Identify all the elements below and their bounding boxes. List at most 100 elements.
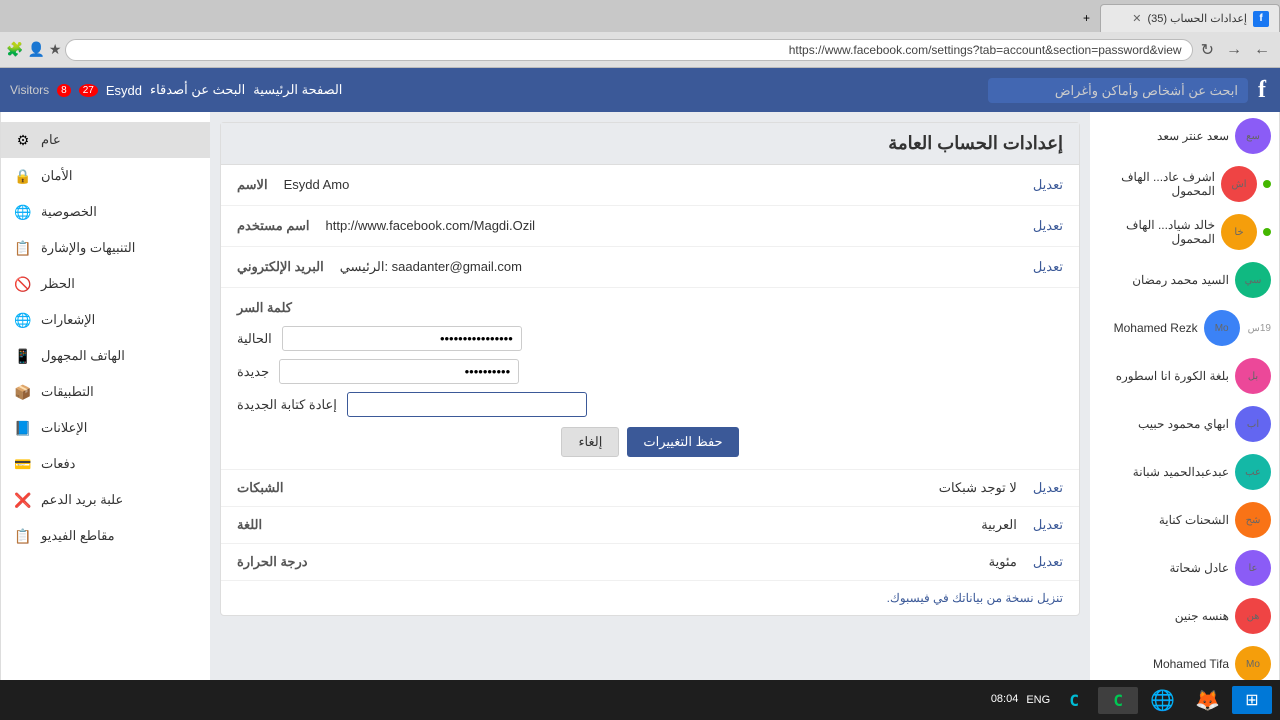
find-friends-link[interactable]: البحث عن أصدقاء [150,82,245,98]
nav-item-videos[interactable]: مقاطع الفيديو 📋 [1,518,210,554]
avatar: سي [1235,262,1271,298]
start-button[interactable]: ⊞ [1232,686,1272,714]
nav-item-security[interactable]: الأمان 🔒 [1,158,210,194]
language-edit-button[interactable]: تعديل [1033,517,1063,533]
chat-name: عبدعبدالحميد شبانة [1133,465,1229,479]
alerts-icon: 🌐 [13,310,33,330]
nav-label-payments: دفعات [41,456,75,472]
chat-info: عبدعبدالحميد شبانة [1098,465,1229,479]
extension-button[interactable]: 🧩 [6,41,23,58]
username-edit-button[interactable]: تعديل [1033,218,1063,234]
settings-header: إعدادات الحساب العامة [221,123,1079,165]
save-changes-button[interactable]: حفظ التغييرات [627,427,738,457]
chat-name: عادل شحاتة [1170,561,1229,575]
networks-edit-button[interactable]: تعديل [1033,480,1063,496]
address-bar[interactable] [65,39,1192,61]
chat-item[interactable]: سي السيد محمد رمضان [1090,256,1279,304]
networks-label: الشبكات [237,480,283,496]
taskbar-chrome[interactable]: 🌐 [1142,684,1183,717]
chat-name: اشرف عاد... الهاف المحمول [1098,170,1215,198]
chat-info: بلغة الكورة انا اسطوره [1098,369,1229,383]
nav-item-mobile[interactable]: الهاتف المجهول 📱 [1,338,210,374]
current-password-input[interactable] [282,326,522,351]
browser-actions: ★ 👤 🧩 [6,41,61,58]
chat-item[interactable]: عا عادل شحاتة [1090,544,1279,592]
close-tab-button[interactable]: ✕ [1132,12,1141,25]
retype-password-input[interactable] [347,392,587,417]
nav-item-ads[interactable]: الإعلانات 📘 [1,410,210,446]
notification-badge[interactable]: 27 [79,84,98,97]
bookmark-button[interactable]: ★ [49,41,62,58]
settings-nav: عام ⚙ الأمان 🔒 الخصوصية 🌐 التنبيهات والإ… [0,112,210,680]
notification-icon: 📋 [13,238,33,258]
download-data-link[interactable]: تنزيل نسخة من بياناتك في فيسبوك. [221,581,1079,615]
active-tab[interactable]: f إعدادات الحساب (35) ✕ [1100,4,1280,32]
taskbar-right: ENG 08:04 [991,692,1050,707]
nav-label-videos: مقاطع الفيديو [41,528,115,544]
name-label: الاسم [237,177,268,193]
taskbar-app1[interactable]: C [1098,687,1138,714]
chat-info: عادل شحاتة [1098,561,1229,575]
nav-label-ads: الإعلانات [41,420,87,436]
networks-row: تعديل لا توجد شبكات الشبكات [221,470,1079,507]
email-edit-button[interactable]: تعديل [1033,259,1063,275]
chat-item[interactable]: بل بلغة الكورة انا اسطوره [1090,352,1279,400]
chat-item[interactable]: هن هنسه جنين [1090,592,1279,640]
taskbar-app2[interactable]: C [1054,687,1094,714]
search-box[interactable] [988,78,1248,103]
nav-item-support[interactable]: علبة بريد الدعم ❌ [1,482,210,518]
nav-item-alerts[interactable]: الإشعارات 🌐 [1,302,210,338]
temperature-edit-button[interactable]: تعديل [1033,554,1063,570]
chat-item[interactable]: خا خالد شياد... الهاف المحمول [1090,208,1279,256]
main-layout: سع سعد عنتر سعد اش اشرف عاد... الهاف الم… [0,112,1280,680]
taskbar-firefox[interactable]: 🦊 [1187,684,1228,717]
chat-item[interactable]: اش اشرف عاد... الهاف المحمول [1090,160,1279,208]
nav-item-general[interactable]: عام ⚙ [1,122,210,158]
chat-item[interactable]: شح الشحنات كناية [1090,496,1279,544]
nav-label-support: علبة بريد الدعم [41,492,123,508]
chat-name: ابهاي محمود حبيب [1138,417,1229,431]
nav-item-privacy[interactable]: الخصوصية 🌐 [1,194,210,230]
name-value: Esydd Amo [284,177,1017,192]
app2-icon: C [1069,691,1079,710]
nav-label-alerts: الإشعارات [41,312,95,328]
name-edit-button[interactable]: تعديل [1033,177,1063,193]
chat-info: اشرف عاد... الهاف المحمول [1098,170,1215,198]
chat-name: بلغة الكورة انا اسطوره [1116,369,1229,383]
nav-item-blocking[interactable]: الحظر 🚫 [1,266,210,302]
forward-button[interactable]: → [1222,39,1246,61]
content-area: إعدادات الحساب العامة تعديل Esydd Amo ال… [210,112,1090,680]
home-link[interactable]: الصفحة الرئيسية [253,82,342,98]
nav-label-apps: التطبيقات [41,384,94,400]
username-value: http://www.facebook.com/Magdi.Ozil [326,218,1017,233]
tab-favicon: f [1253,11,1269,27]
privacy-icon: 🌐 [13,202,33,222]
profile-button[interactable]: 👤 [27,41,44,58]
chat-info: Mohamed Tifa [1098,657,1229,671]
chat-item[interactable]: اب ابهاي محمود حبيب [1090,400,1279,448]
password-buttons: حفظ التغييرات إلغاء [237,427,1063,457]
nav-item-payments[interactable]: دفعات 💳 [1,446,210,482]
search-input[interactable] [988,78,1248,103]
username-row: تعديل http://www.facebook.com/Magdi.Ozil… [221,206,1079,247]
back-button[interactable]: ← [1250,39,1274,61]
chrome-icon: 🌐 [1150,688,1175,713]
chat-item[interactable]: Mo Mohamed Tifa [1090,640,1279,680]
chat-item[interactable]: سع سعد عنتر سعد [1090,112,1279,160]
cancel-button[interactable]: إلغاء [561,427,619,457]
user-profile-link[interactable]: Esydd [106,83,142,98]
new-password-input[interactable] [279,359,519,384]
nav-item-notifications[interactable]: التنبيهات والإشارة 📋 [1,230,210,266]
new-tab-button[interactable]: + [1070,4,1100,32]
chat-item[interactable]: 19س Mo Mohamed Rezk [1090,304,1279,352]
nav-item-apps[interactable]: التطبيقات 📦 [1,374,210,410]
chat-info: هنسه جنين [1098,609,1229,623]
refresh-button[interactable]: ↻ [1197,38,1218,62]
mobile-icon: 📱 [13,346,33,366]
nav-label-notifications: التنبيهات والإشارة [41,240,135,256]
chat-info: سعد عنتر سعد [1098,129,1229,143]
chat-item[interactable]: عب عبدعبدالحميد شبانة [1090,448,1279,496]
retype-password-row: إعادة كتابة الجديدة [237,392,1063,417]
taskbar-time: 08:04 [991,692,1019,707]
message-badge[interactable]: 8 [57,84,71,97]
